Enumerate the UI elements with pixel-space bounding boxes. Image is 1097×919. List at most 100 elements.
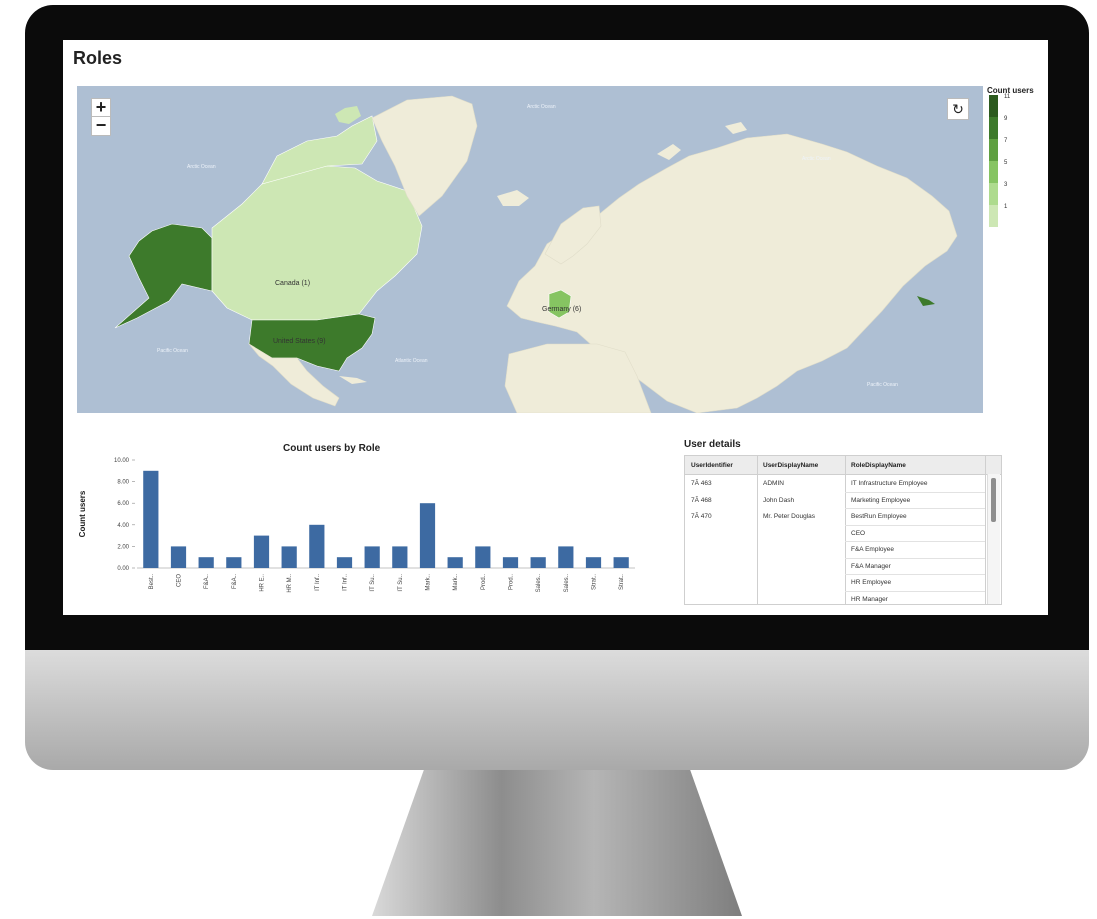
x-tick-label: Prod.. xyxy=(481,574,487,590)
table-cell-name: Mr. Peter Douglas xyxy=(763,513,816,520)
legend-step: 7 xyxy=(987,138,1047,161)
canada-region xyxy=(211,165,423,321)
column-divider xyxy=(845,456,846,604)
x-tick-label: IT Inf.. xyxy=(343,574,349,591)
ocean-label: Arctic Ocean xyxy=(802,156,831,162)
asia-arctic-island xyxy=(657,144,681,160)
zoom-out-button[interactable]: − xyxy=(91,116,111,136)
iceland xyxy=(497,190,529,206)
column-divider xyxy=(985,456,986,604)
table-cell-id: 7Ã 463 xyxy=(691,480,712,487)
legend-step: 5 xyxy=(987,160,1047,183)
map-legend: Count users 11 9 7 5 3 1 xyxy=(987,86,1047,227)
table-cell-id: 7Ã 468 xyxy=(691,496,712,504)
asia-arctic-island-2 xyxy=(725,122,747,134)
bar xyxy=(447,557,463,568)
column-header-useridentifier[interactable]: UserIdentifier xyxy=(691,462,733,469)
legend-swatch xyxy=(989,117,998,139)
x-tick-label: Mark.. xyxy=(426,574,432,591)
ocean-label: Pacific Ocean xyxy=(867,382,898,388)
ocean-label: Atlantic Ocean xyxy=(395,358,428,364)
legend-label: 9 xyxy=(1004,116,1008,122)
legend-swatch xyxy=(989,139,998,161)
legend-title: Count users xyxy=(987,86,1034,95)
legend-step: 11 xyxy=(987,94,1047,117)
legend-label: 5 xyxy=(1004,160,1008,166)
bar xyxy=(502,557,519,568)
table-cell-role: HR Manager xyxy=(851,595,888,603)
country-label-usa: United States (9) xyxy=(273,338,326,345)
x-tick-label: Mark.. xyxy=(453,574,459,591)
x-tick-label: Prod.. xyxy=(509,574,515,590)
bar xyxy=(419,503,436,568)
legend-swatch xyxy=(989,161,998,183)
arctic-island-2 xyxy=(335,106,361,124)
column-header-roledisplayname[interactable]: RoleDisplayName xyxy=(851,462,906,469)
choropleth-map[interactable]: + − ↻ Canada (1) United States (9) Germa… xyxy=(77,86,983,413)
x-tick-label: IT Inf.. xyxy=(315,574,321,591)
screen: Roles + − ↻ Canada (1) United States (9)… xyxy=(63,40,1048,615)
country-label-canada: Canada (1) xyxy=(275,280,311,287)
legend-step: 3 xyxy=(987,182,1047,205)
table-cell-name: John Dash xyxy=(763,496,795,504)
bar xyxy=(364,546,380,568)
x-tick-label: Strat.. xyxy=(592,574,598,590)
table-scrollbar[interactable] xyxy=(987,474,1000,604)
table-cell-role: IT Infrastructure Employee xyxy=(851,480,928,487)
scrollbar-thumb[interactable] xyxy=(991,478,996,522)
table-cell-role: CEO xyxy=(851,529,866,537)
y-axis-label: Count users xyxy=(78,490,87,537)
row-divider xyxy=(845,541,985,542)
bar xyxy=(253,535,270,568)
table-cell-name: ADMIN xyxy=(763,480,784,487)
monitor-chin xyxy=(25,650,1089,770)
x-tick-label: IT Su.. xyxy=(370,574,376,592)
x-tick-label: F&A.. xyxy=(232,574,238,589)
y-tick-label: 8.00 xyxy=(117,480,129,486)
table-header: UserIdentifier UserDisplayName RoleDispl… xyxy=(685,456,1001,475)
table-cell-role: F&A Employee xyxy=(851,546,894,553)
x-tick-label: HR M.. xyxy=(287,574,293,593)
x-tick-label: HR E.. xyxy=(260,574,266,592)
legend-step: 9 xyxy=(987,116,1047,139)
legend-swatch xyxy=(989,183,998,205)
bar xyxy=(198,557,214,568)
x-tick-label: Sales.. xyxy=(564,574,570,593)
table-cell-role: BestRun Employee xyxy=(851,513,907,520)
y-tick-label: 0.00 xyxy=(117,566,129,572)
bar-chart: Count users 10.00 8.00 6.00 4.00 2.00 0.00 Best… xyxy=(78,458,635,593)
row-divider xyxy=(845,524,985,526)
row-divider xyxy=(845,491,985,493)
table-cell-role: HR Employee xyxy=(851,579,892,586)
x-tick-label: IT Su.. xyxy=(398,574,404,592)
legend-swatch xyxy=(989,95,998,117)
bar xyxy=(558,546,574,568)
table-cell-id: 7Ã 470 xyxy=(691,513,712,520)
reset-view-icon[interactable]: ↻ xyxy=(947,98,969,120)
bar xyxy=(170,546,187,568)
bar xyxy=(475,546,491,568)
row-divider xyxy=(845,508,985,509)
y-tick-label: 2.00 xyxy=(117,544,129,550)
row-divider xyxy=(845,574,985,575)
bar xyxy=(309,524,325,568)
row-divider xyxy=(845,557,985,559)
row-divider xyxy=(845,590,985,592)
ocean-label: Arctic Ocean xyxy=(527,104,556,110)
legend-swatch xyxy=(989,205,998,227)
x-tick-label: Sales.. xyxy=(536,574,542,593)
bar xyxy=(613,557,629,568)
bar xyxy=(585,557,602,568)
legend-scale: 11 9 7 5 3 1 xyxy=(987,94,1047,227)
x-tick-label: F&A.. xyxy=(204,574,210,589)
table-cell-role: Marketing Employee xyxy=(851,496,911,504)
column-divider xyxy=(757,456,758,604)
japan xyxy=(917,296,935,306)
bar xyxy=(530,557,546,568)
y-tick-label: 10.00 xyxy=(114,458,130,464)
column-header-userdisplayname[interactable]: UserDisplayName xyxy=(763,462,818,469)
legend-label: 7 xyxy=(1004,138,1008,144)
y-tick-label: 4.00 xyxy=(117,523,129,529)
alaska-region xyxy=(114,223,213,329)
bar xyxy=(336,557,353,568)
